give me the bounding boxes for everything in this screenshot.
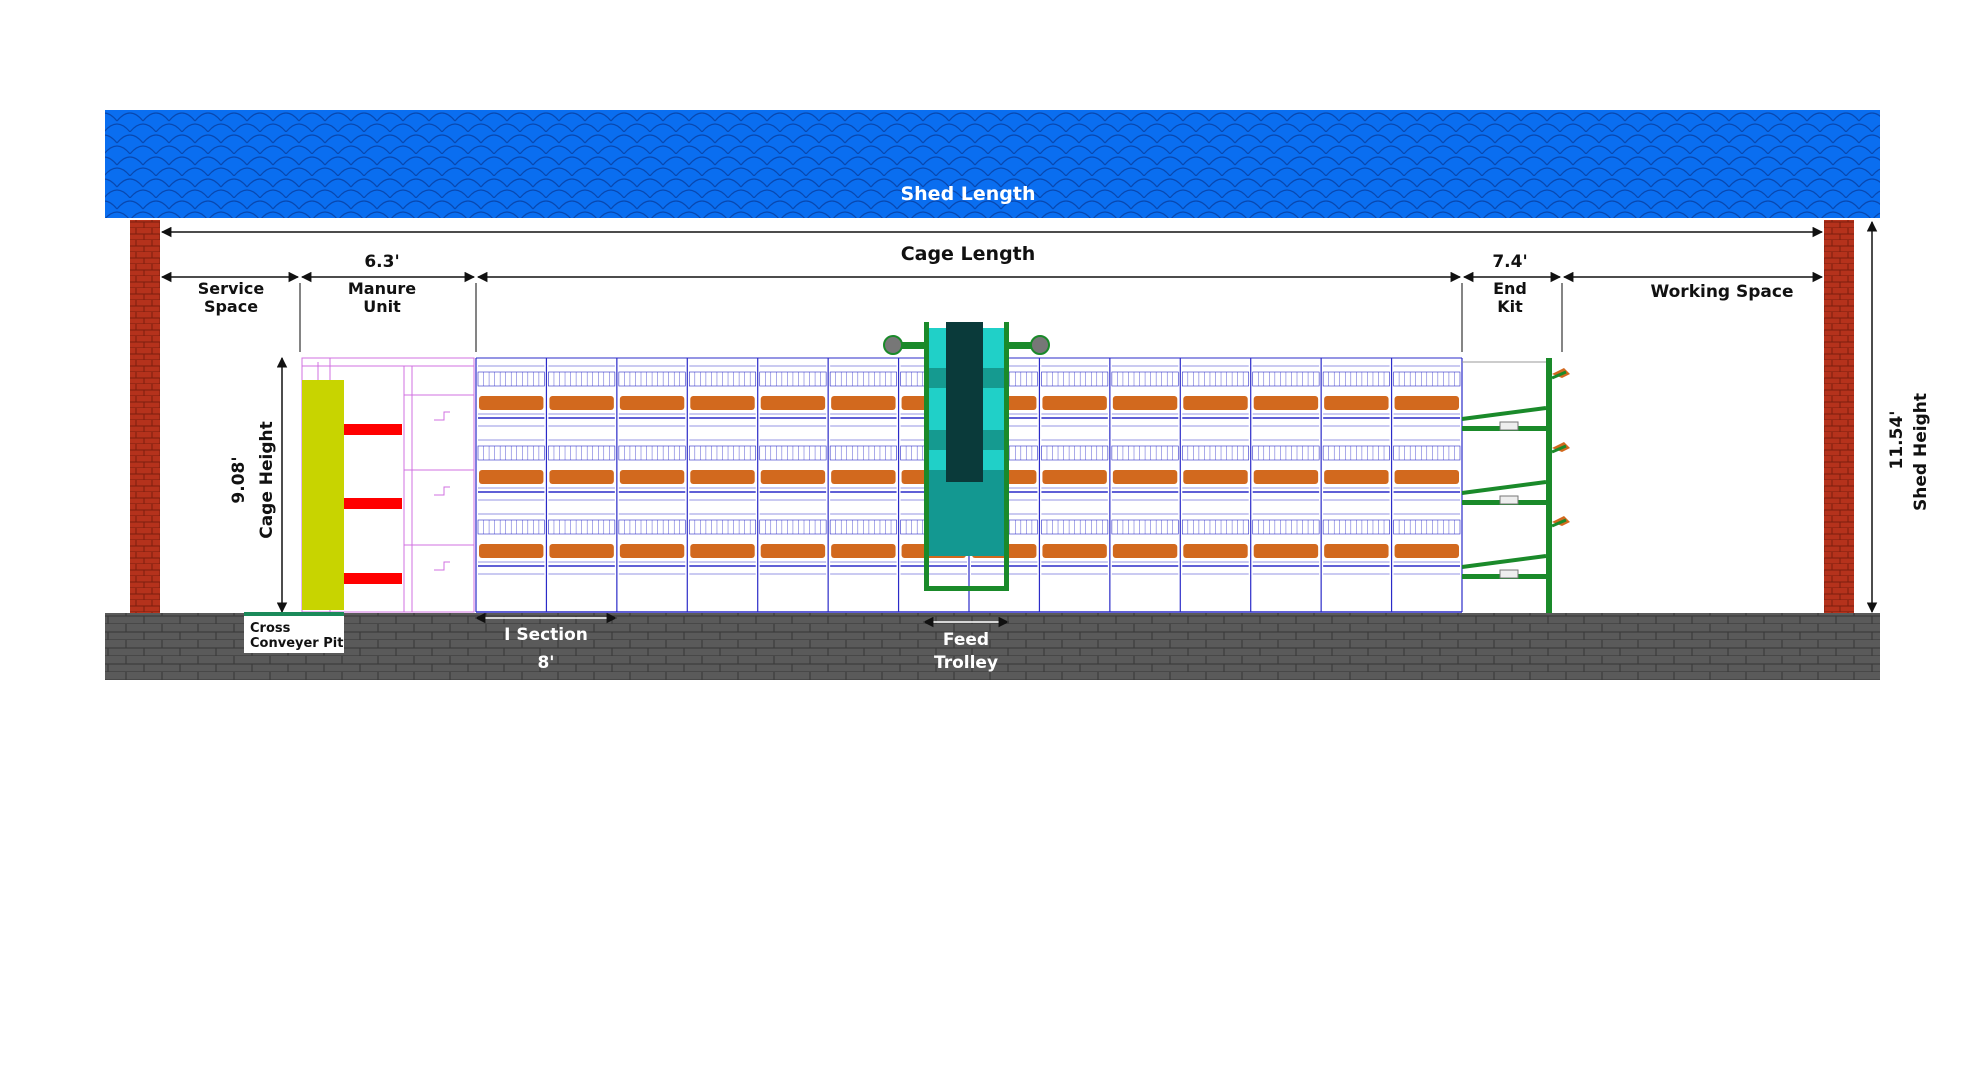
feed-trough bbox=[690, 544, 755, 558]
end-kit-motor bbox=[1499, 421, 1519, 431]
right-pillar bbox=[1824, 220, 1854, 615]
service-space-label-2: Space bbox=[204, 297, 258, 316]
feed-trough bbox=[1394, 396, 1459, 410]
feed-trough bbox=[1042, 544, 1107, 558]
cage-section bbox=[757, 358, 827, 612]
trolley-frame-left bbox=[924, 322, 929, 590]
feed-trough bbox=[760, 396, 826, 410]
feed-trough bbox=[1253, 470, 1319, 484]
end-kit-arm bbox=[1461, 480, 1547, 495]
feed-trough bbox=[1253, 544, 1319, 558]
feed-trough bbox=[1324, 470, 1389, 484]
end-kit-label-1: End bbox=[1493, 279, 1527, 298]
cross-conveyer-pit-label-1: Cross bbox=[250, 621, 291, 636]
shed-height-dimension: 11.54' bbox=[1887, 411, 1907, 470]
feed-trough bbox=[831, 396, 896, 410]
feed-trough bbox=[1183, 470, 1248, 484]
end-kit-label-2: Kit bbox=[1497, 297, 1523, 316]
feed-trolley-label-2: Trolley bbox=[934, 653, 998, 673]
shed-height-label: Shed Height bbox=[1911, 393, 1931, 511]
cage-section bbox=[1179, 358, 1250, 612]
manure-belt-2 bbox=[344, 498, 402, 509]
feed-trolley-label-1: Feed bbox=[943, 630, 989, 650]
feed-trough bbox=[1394, 470, 1459, 484]
feed-trough bbox=[1042, 470, 1107, 484]
feed-trough bbox=[1112, 544, 1178, 558]
feed-trough bbox=[1324, 396, 1389, 410]
cage-section bbox=[827, 358, 897, 612]
cage-length-label: Cage Length bbox=[901, 243, 1036, 265]
feed-trough bbox=[831, 544, 896, 558]
poultry-shed-diagram: Shed Length Cage Length Service Space 6.… bbox=[0, 0, 1980, 1080]
shed-length-label: Shed Length bbox=[900, 183, 1035, 205]
end-kit-arm bbox=[1461, 406, 1547, 421]
end-kit-motor bbox=[1499, 569, 1519, 579]
end-kit-post bbox=[1546, 358, 1552, 613]
left-pillar bbox=[130, 220, 160, 615]
cage-height-label: Cage Height bbox=[257, 421, 277, 539]
feed-trough bbox=[1112, 396, 1178, 410]
feed-trough bbox=[619, 396, 685, 410]
cage-section bbox=[1390, 358, 1461, 612]
feed-trough bbox=[690, 470, 755, 484]
feed-trough bbox=[1324, 544, 1389, 558]
cage-section bbox=[1038, 358, 1109, 612]
i-section-dimension: 8' bbox=[537, 653, 554, 673]
feed-trough bbox=[1042, 396, 1107, 410]
feed-trough bbox=[549, 396, 614, 410]
working-space-label: Working Space bbox=[1650, 282, 1793, 302]
cross-conveyer-pit-label-2: Conveyer Pit bbox=[250, 636, 343, 651]
feed-trough bbox=[549, 470, 614, 484]
trolley-wheel-left bbox=[883, 335, 903, 355]
feed-trough bbox=[831, 470, 896, 484]
trolley-wheel-right bbox=[1030, 335, 1050, 355]
end-kit-motor bbox=[1499, 495, 1519, 505]
cage-section bbox=[1320, 358, 1390, 612]
feed-trough bbox=[1253, 396, 1319, 410]
feed-trough bbox=[479, 544, 544, 558]
feed-trough bbox=[1183, 396, 1248, 410]
manure-unit-label-2: Unit bbox=[363, 297, 401, 316]
trolley-frame-right bbox=[1004, 322, 1009, 590]
feed-trough bbox=[1112, 470, 1178, 484]
manure-unit-label-1: Manure bbox=[348, 279, 416, 298]
feed-trough bbox=[549, 544, 614, 558]
cage-section bbox=[1109, 358, 1179, 612]
manure-unit bbox=[301, 357, 475, 613]
cage-section bbox=[475, 358, 545, 612]
feed-trough bbox=[760, 544, 826, 558]
end-kit bbox=[1461, 358, 1570, 613]
service-space-label-1: Service bbox=[198, 279, 265, 298]
cage-section bbox=[686, 358, 757, 612]
feed-trough bbox=[479, 470, 544, 484]
feed-trough bbox=[760, 470, 826, 484]
feed-trough bbox=[1183, 544, 1248, 558]
feed-trough bbox=[619, 470, 685, 484]
i-section-label: I Section bbox=[504, 625, 588, 645]
end-kit-dimension: 7.4' bbox=[1492, 252, 1527, 272]
cage-section bbox=[545, 358, 616, 612]
feed-trough bbox=[479, 396, 544, 410]
trolley-feed-column bbox=[946, 322, 983, 482]
manure-drive-block bbox=[302, 380, 344, 610]
manure-belt-1 bbox=[344, 424, 402, 435]
feed-trough bbox=[619, 544, 685, 558]
manure-belt-3 bbox=[344, 573, 402, 584]
feed-trough bbox=[1394, 544, 1459, 558]
shed-cross-section: Shed Length Cage Length Service Space 6.… bbox=[105, 110, 1931, 680]
cage-section bbox=[1250, 358, 1320, 612]
end-kit-arm bbox=[1461, 554, 1547, 569]
cage-height-dimension: 9.08' bbox=[229, 456, 249, 503]
cage-section bbox=[616, 358, 686, 612]
manure-unit-dimension: 6.3' bbox=[364, 252, 399, 272]
feed-trough bbox=[690, 396, 755, 410]
